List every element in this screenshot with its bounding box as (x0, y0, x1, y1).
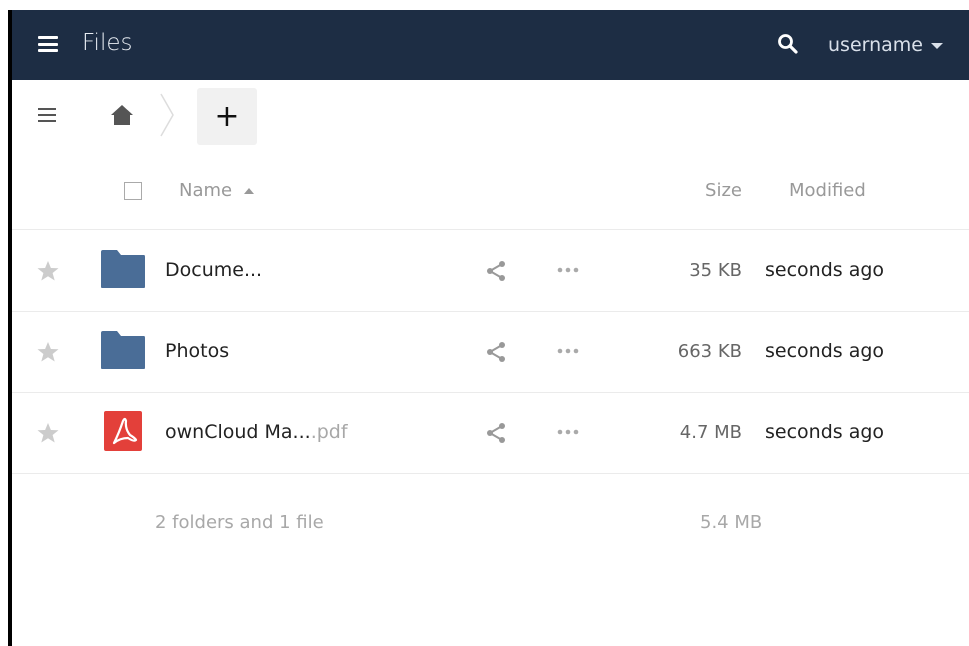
user-menu[interactable]: username (828, 34, 943, 56)
top-strip (0, 0, 969, 10)
file-name[interactable]: ownCloud Ma....pdf (165, 421, 348, 443)
file-list-header: Name Size Modified (12, 150, 969, 230)
star-icon[interactable] (36, 421, 60, 445)
more-icon[interactable] (554, 426, 582, 438)
sort-ascending-icon (244, 187, 255, 194)
plus-icon: + (214, 98, 240, 134)
file-size: 663 KB (677, 341, 742, 362)
star-icon[interactable] (36, 340, 60, 364)
username-label: username (828, 34, 923, 56)
file-summary: 2 folders and 1 file 5.4 MB (12, 474, 969, 574)
home-icon (111, 105, 133, 125)
pdf-icon (104, 411, 142, 451)
sort-by-modified[interactable]: Modified (789, 180, 866, 201)
summary-size: 5.4 MB (700, 512, 763, 533)
file-name[interactable]: Photos (165, 340, 229, 362)
file-size: 35 KB (689, 260, 742, 281)
file-modified: seconds ago (765, 259, 885, 281)
star-icon[interactable] (36, 259, 60, 283)
file-modified: seconds ago (765, 340, 885, 362)
name-column-label: Name (179, 180, 233, 201)
caret-down-icon (931, 43, 943, 49)
share-icon[interactable] (484, 421, 508, 445)
app-menu-button[interactable] (38, 36, 58, 52)
breadcrumb-home[interactable] (109, 102, 135, 128)
table-row[interactable]: ownCloud Ma....pdf 4.7 MB seconds ago (12, 393, 969, 474)
app-title: Files (82, 30, 133, 56)
share-icon[interactable] (484, 340, 508, 364)
more-icon[interactable] (554, 345, 582, 357)
summary-count: 2 folders and 1 file (155, 512, 324, 533)
controls-bar: + (12, 80, 969, 150)
share-icon[interactable] (484, 259, 508, 283)
select-all-checkbox[interactable] (124, 182, 142, 200)
hamburger-icon (38, 36, 58, 39)
app-header: Files username (12, 10, 969, 80)
list-icon (38, 108, 56, 110)
sort-by-name[interactable]: Name (179, 180, 255, 201)
search-button[interactable] (776, 32, 800, 56)
file-size: 4.7 MB (679, 422, 742, 443)
window-edge (0, 0, 12, 646)
sort-by-size[interactable]: Size (705, 180, 742, 201)
folder-icon (101, 331, 145, 369)
navigation-toggle[interactable] (38, 108, 56, 124)
search-icon (778, 34, 798, 54)
file-name[interactable]: Docume... (165, 259, 262, 281)
table-row[interactable]: Photos 663 KB seconds ago (12, 312, 969, 393)
breadcrumb-separator-icon (160, 93, 174, 137)
file-modified: seconds ago (765, 421, 885, 443)
new-button[interactable]: + (197, 88, 257, 145)
more-icon[interactable] (554, 264, 582, 276)
folder-icon (101, 250, 145, 288)
table-row[interactable]: Docume... 35 KB seconds ago (12, 231, 969, 312)
